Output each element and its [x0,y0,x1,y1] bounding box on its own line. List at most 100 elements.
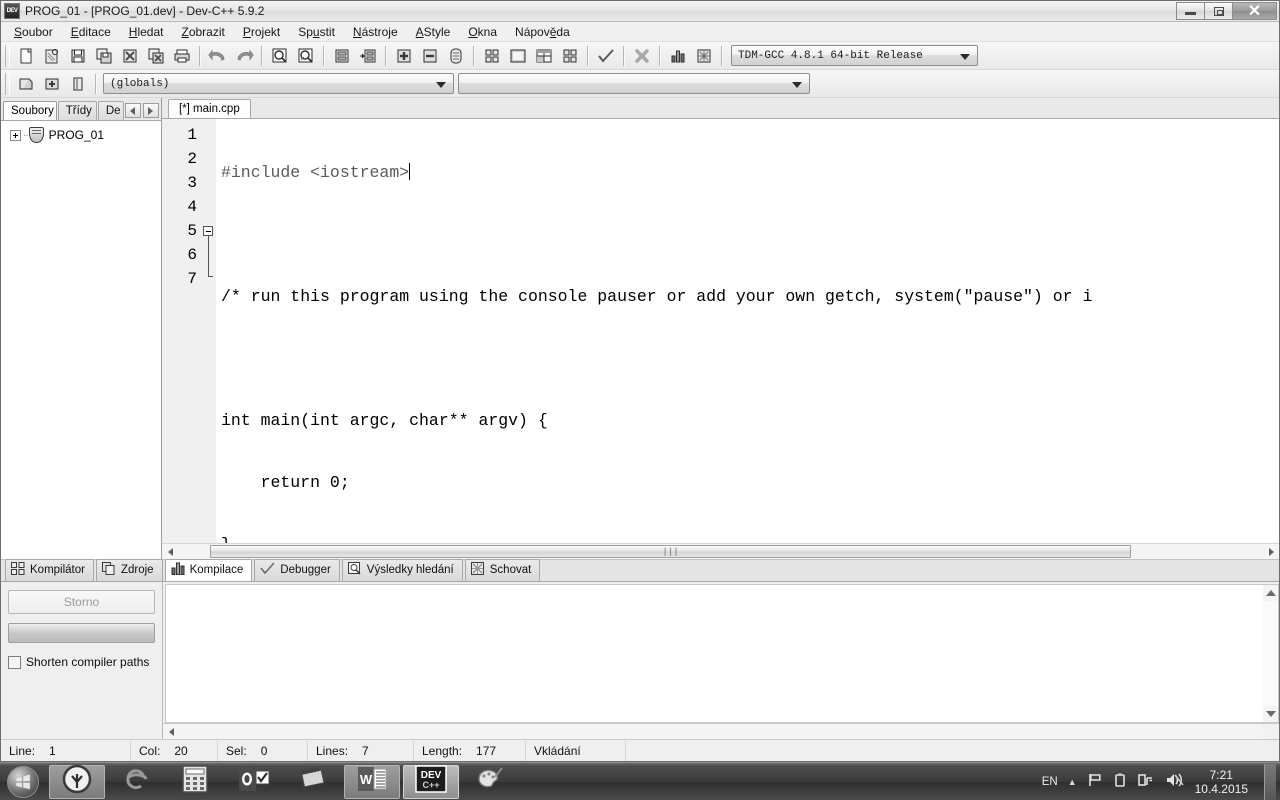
replace-icon[interactable] [294,44,318,67]
compile-output-text[interactable] [165,584,1263,723]
hscroll-left-arrow[interactable] [162,544,178,559]
cancel-button[interactable]: Storno [8,590,155,614]
menu-hledat[interactable]: Hledat [120,23,173,41]
tray-language[interactable]: EN [1042,776,1058,788]
bottom-panel: Kompilátor Zdroje Kompilace Debugger Výs… [1,559,1279,739]
expand-icon[interactable] [10,129,21,141]
minimize-button[interactable] [1176,2,1205,20]
toolbar2-grip[interactable] [5,72,10,95]
tray-show-hidden-icon[interactable]: ▲ [1068,777,1077,787]
battery-icon[interactable] [1113,772,1127,791]
compile-run-icon[interactable] [532,44,556,67]
find-icon[interactable] [268,44,292,67]
open-file-icon[interactable] [40,44,64,67]
close-file-icon[interactable] [118,44,142,67]
menu-okna[interactable]: Okna [459,23,506,41]
status-sel: Sel: 0 [218,740,308,761]
network-icon[interactable] [1137,772,1155,791]
output-hscrollbar[interactable] [163,723,1279,739]
menu-napoveda[interactable]: Nápověda [506,23,579,41]
tab-main-cpp[interactable]: [*] main.cpp [168,98,251,118]
insert-icon[interactable] [392,44,416,67]
taskbar-item-paint[interactable] [462,765,518,799]
hscroll-right-arrow[interactable] [1263,544,1279,559]
menu-zobrazit[interactable]: Zobrazit [172,23,233,41]
taskbar-item-calculator[interactable] [167,765,223,799]
toolbar-grip[interactable] [5,44,10,67]
goto-function-icon[interactable] [356,44,380,67]
tab-debug[interactable]: De [97,101,124,120]
compiler-select[interactable]: TDM-GCC 4.8.1 64-bit Release [731,45,978,66]
undo-icon[interactable] [206,44,230,67]
new-file-icon[interactable] [14,44,38,67]
code-view[interactable]: 1 2 3 4 5 6 7 #include <iostream> /* run… [162,117,1279,543]
tab-vysledky-hledani[interactable]: Výsledky hledání [341,559,463,581]
vscroll-up-arrow[interactable] [1263,585,1278,601]
flag-icon[interactable] [1087,772,1103,791]
tab-debugger[interactable]: Debugger [254,559,340,581]
output-hscroll-left-arrow[interactable] [163,724,179,739]
menu-soubor[interactable]: SSouboroubor [5,23,62,41]
tab-schovat[interactable]: Schovat [464,559,541,581]
vscroll-down-arrow[interactable] [1263,706,1278,722]
show-desktop-button[interactable] [1264,763,1276,800]
menu-bar: SSouboroubor Editace Hledat Zobrazit Pro… [1,22,1279,42]
start-button[interactable] [0,764,46,800]
project-add-icon[interactable] [40,72,64,95]
profile-icon[interactable] [666,44,690,67]
debug-icon[interactable] [692,44,716,67]
volume-icon[interactable] [1165,772,1185,791]
check-syntax-icon[interactable] [594,44,618,67]
output-hscroll-track[interactable] [179,724,1263,739]
project-remove-icon[interactable] [66,72,90,95]
project-new-icon[interactable] [14,72,38,95]
tab-soubory[interactable]: Soubory [3,101,57,120]
tab-label: Kompilátor [30,564,85,576]
output-vscrollbar[interactable] [1263,584,1279,723]
compile-icon[interactable] [480,44,504,67]
menu-astyle[interactable]: AStyle [407,23,460,41]
rebuild-all-icon[interactable] [558,44,582,67]
menu-editace[interactable]: Editace [62,23,120,41]
editor-hscrollbar[interactable]: ||| [162,543,1279,559]
taskbar-item-outlook[interactable] [226,765,282,799]
menu-nastroje[interactable]: Nástroje [344,23,407,41]
shorten-paths-checkbox[interactable] [8,655,21,669]
member-select[interactable] [458,73,810,94]
taskbar-clock[interactable]: 7:21 10.4.2015 [1195,768,1248,796]
taskbar-item-devcpp[interactable]: DEV C++ [403,764,459,799]
hscroll-thumb[interactable]: ||| [210,545,1131,558]
tab-kompilace[interactable]: Kompilace [164,559,253,581]
code-line-3: /* run this program using the console pa… [221,286,1093,306]
restore-button[interactable] [1204,2,1233,20]
taskbar-item-ie[interactable] [108,765,164,799]
tab-scroll-left-button[interactable] [124,103,141,118]
save-file-icon[interactable] [66,44,90,67]
fold-collapse-icon[interactable] [203,225,213,236]
tab-zdroje[interactable]: Zdroje [95,559,163,581]
shorten-paths-row[interactable]: Shorten compiler paths [8,655,155,669]
save-all-icon[interactable] [92,44,116,67]
close-all-icon[interactable] [144,44,168,67]
stop-icon[interactable] [630,44,654,67]
tab-tridy[interactable]: Třídy [57,101,97,120]
vscroll-track[interactable] [1263,601,1278,706]
print-icon[interactable] [170,44,194,67]
code-text[interactable]: #include <iostream> /* run this program … [216,119,1279,543]
tree-item-prog01[interactable]: ·· PROG_01 [1,127,161,143]
toggle-icon[interactable] [418,44,442,67]
hscroll-track[interactable]: ||| [178,544,1263,559]
close-button[interactable]: ✕ [1232,2,1277,20]
taskbar-item-chip[interactable] [285,765,341,799]
tab-scroll-right-button[interactable] [142,103,159,118]
goto-line-icon[interactable] [330,44,354,67]
taskbar-item-word[interactable]: W [344,764,400,799]
menu-spustit[interactable]: Spustit [289,23,344,41]
scope-select[interactable]: (globals) [103,73,454,94]
bookmark-icon[interactable] [444,44,468,67]
taskbar-item-tree[interactable] [49,764,105,799]
redo-icon[interactable] [232,44,256,67]
run-icon[interactable] [506,44,530,67]
menu-projekt[interactable]: Projekt [234,23,289,41]
tab-kompilator[interactable]: Kompilátor [5,559,94,581]
